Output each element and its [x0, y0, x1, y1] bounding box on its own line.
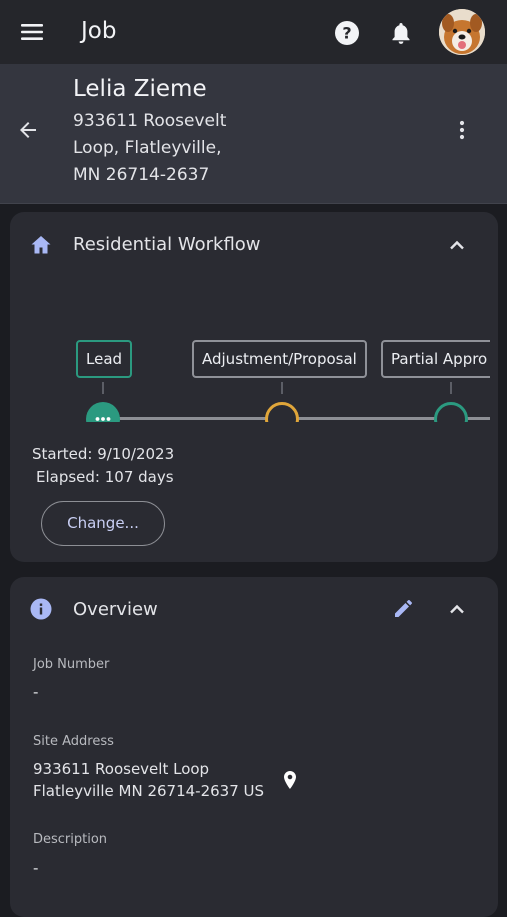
elapsed-days: Elapsed: 107 days — [36, 468, 174, 486]
back-arrow-icon[interactable] — [16, 118, 40, 142]
site-address-line1: 933611 Roosevelt Loop — [33, 760, 210, 778]
home-icon — [31, 236, 51, 254]
stage-node-pending[interactable] — [265, 402, 299, 422]
stage-tick — [102, 382, 104, 394]
stage-label-partial-approval[interactable]: Partial Appro — [381, 340, 490, 378]
job-header: Lelia Zieme 933611 Roosevelt Loop, Flatl… — [0, 64, 507, 204]
app-bar: Job ? — [0, 0, 507, 64]
job-number-value: - — [33, 683, 39, 701]
site-address-label: Site Address — [33, 734, 114, 749]
description-value: - — [33, 859, 39, 877]
change-stage-button[interactable]: Change... — [41, 501, 165, 546]
started-date: Started: 9/10/2023 — [32, 445, 175, 463]
workflow-card: Residential Workflow Lead Adjustment/Pro… — [10, 212, 498, 562]
address-line: Loop, Flatleyville, — [73, 138, 222, 158]
more-horiz-icon — [95, 417, 111, 421]
bell-icon[interactable] — [388, 20, 414, 46]
stage-label-adjustment[interactable]: Adjustment/Proposal — [192, 340, 367, 378]
overview-card: Overview Job Number - Site Address 93361… — [10, 577, 498, 917]
workflow-title: Residential Workflow — [73, 234, 261, 255]
customer-address: 933611 Roosevelt Loop, Flatleyville, MN … — [73, 108, 253, 189]
stage-node-pending[interactable] — [434, 402, 468, 422]
job-number-label: Job Number — [33, 657, 110, 672]
chevron-up-icon[interactable] — [446, 598, 468, 620]
customer-name: Lelia Zieme — [73, 76, 207, 102]
help-icon[interactable]: ? — [334, 20, 360, 46]
edit-pencil-icon[interactable] — [392, 598, 414, 620]
overview-title: Overview — [73, 599, 158, 620]
workflow-timeline: Lead Adjustment/Proposal Partial Appro — [10, 332, 490, 422]
more-vert-icon[interactable] — [450, 118, 474, 142]
avatar[interactable] — [439, 9, 485, 55]
page-title: Job — [81, 18, 117, 44]
info-icon — [30, 598, 52, 620]
site-address-line2: Flatleyville MN 26714-2637 US — [33, 782, 265, 800]
chevron-up-icon[interactable] — [446, 234, 468, 256]
stage-node-current[interactable] — [86, 402, 120, 422]
menu-icon[interactable] — [20, 22, 44, 42]
address-line: 933611 Roosevelt — [73, 111, 227, 131]
stage-label-lead[interactable]: Lead — [76, 340, 133, 378]
location-pin-icon[interactable] — [281, 770, 299, 790]
stage-tick — [450, 382, 452, 394]
description-label: Description — [33, 832, 108, 847]
svg-text:?: ? — [342, 24, 351, 43]
stage-tick — [281, 382, 283, 394]
address-line: MN 26714-2637 — [73, 165, 210, 185]
